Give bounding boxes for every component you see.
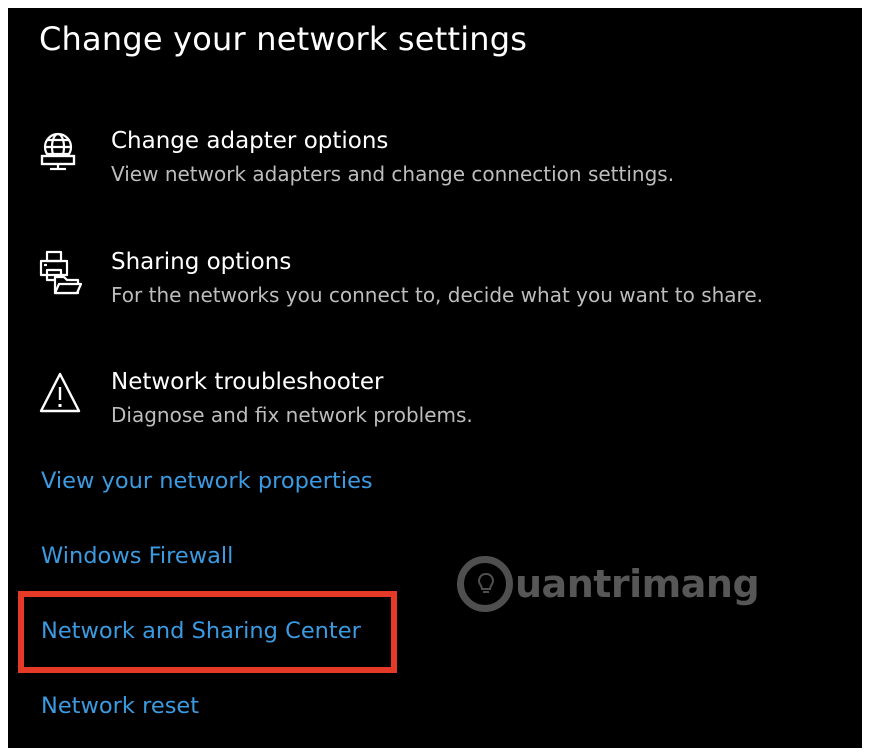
option-title: Network troubleshooter xyxy=(111,369,384,395)
option-description: View network adapters and change connect… xyxy=(111,162,675,186)
lightbulb-logo-icon xyxy=(457,556,513,612)
watermark-logo: uantrimang xyxy=(457,549,760,619)
highlight-box xyxy=(18,591,397,673)
page-title: Change your network settings xyxy=(39,20,528,58)
printer-folder-icon xyxy=(38,249,82,297)
globe-monitor-icon xyxy=(38,128,82,176)
sharing-options-item[interactable]: Sharing options For the networks you con… xyxy=(8,249,862,329)
view-network-properties-link[interactable]: View your network properties xyxy=(41,468,373,494)
warning-triangle-icon xyxy=(38,369,82,417)
option-description: Diagnose and fix network problems. xyxy=(111,403,473,427)
option-title: Change adapter options xyxy=(111,128,389,154)
network-troubleshooter-item[interactable]: Network troubleshooter Diagnose and fix … xyxy=(8,369,862,449)
network-reset-link[interactable]: Network reset xyxy=(41,693,199,719)
screenshot-frame: Change your network settings Change adap… xyxy=(0,0,870,753)
windows-firewall-link[interactable]: Windows Firewall xyxy=(41,543,233,569)
option-description: For the networks you connect to, decide … xyxy=(111,283,763,307)
option-title: Sharing options xyxy=(111,249,292,275)
watermark-text: uantrimang xyxy=(515,562,760,606)
network-settings-panel: Change your network settings Change adap… xyxy=(8,8,862,748)
change-adapter-options-item[interactable]: Change adapter options View network adap… xyxy=(8,128,862,208)
